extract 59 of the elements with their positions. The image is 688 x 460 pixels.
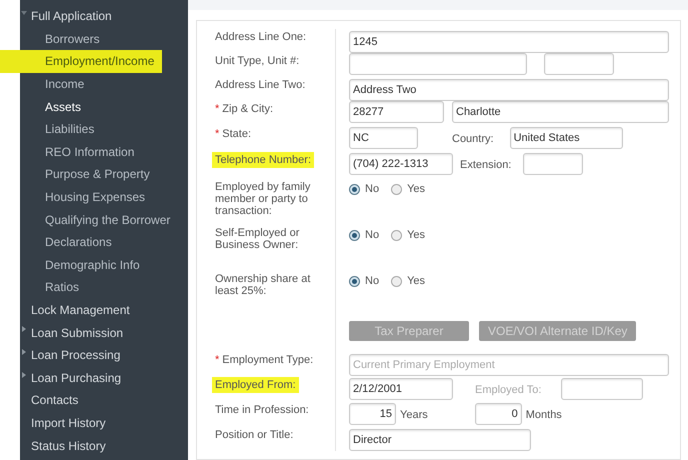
- form-label: Time in Profession:: [215, 403, 309, 418]
- radio-option[interactable]: No: [349, 273, 380, 290]
- sidebar-item[interactable]: Loan Submission: [31, 324, 124, 342]
- sidebar-subitem[interactable]: Ratios: [45, 278, 80, 296]
- sidebar-subitem[interactable]: Liabilities: [45, 120, 94, 138]
- input-field[interactable]: [523, 153, 584, 175]
- sidebar-subitem[interactable]: Qualifying the Borrower: [45, 210, 170, 229]
- field-label: Years: [400, 409, 428, 421]
- form-label: Telephone Number:: [212, 152, 314, 168]
- form-label: Employed From:: [212, 377, 299, 393]
- field-label: Employed To:: [475, 384, 542, 396]
- form-label: Unit Type, Unit #:: [215, 54, 300, 69]
- radio-option[interactable]: Yes: [391, 273, 426, 290]
- sidebar-item[interactable]: Status History: [31, 436, 106, 455]
- sidebar-item[interactable]: Full Application: [31, 7, 112, 26]
- form-label: Address Line One:: [215, 30, 306, 45]
- sidebar-subitem[interactable]: Purpose & Property: [45, 165, 150, 184]
- input-field[interactable]: 2/12/2001: [349, 378, 453, 400]
- field-label: Country:: [452, 133, 494, 145]
- form-label: * Employment Type:: [215, 353, 314, 368]
- input-field[interactable]: 28277: [349, 101, 444, 123]
- radio-option[interactable]: No: [349, 227, 380, 244]
- input-field[interactable]: (704) 222-1313: [349, 153, 453, 175]
- sidebar-subitem[interactable]: Declarations: [45, 233, 112, 252]
- sidebar-item[interactable]: Loan Purchasing: [31, 368, 122, 387]
- input-field[interactable]: [561, 378, 644, 400]
- sidebar-subitem[interactable]: Demographic Info: [45, 256, 140, 274]
- input-field[interactable]: 0: [474, 403, 522, 425]
- field-label: Months: [526, 409, 562, 421]
- form-label: Employed by family member or party to transaction:: [215, 180, 312, 219]
- radio-option[interactable]: No: [349, 181, 380, 198]
- sidebar-subitem[interactable]: Housing Expenses: [45, 188, 146, 206]
- form-label: Address Line Two:: [215, 78, 306, 93]
- input-field[interactable]: [544, 53, 614, 75]
- form-label: * State:: [215, 127, 252, 142]
- input-field[interactable]: United States: [510, 127, 623, 149]
- input-field[interactable]: 15: [349, 403, 396, 425]
- field-label: Extension:: [460, 159, 512, 171]
- input-field[interactable]: Charlotte: [452, 101, 669, 123]
- sidebar-subitem[interactable]: Income: [45, 75, 84, 94]
- form-label: Ownership share at least 25%:: [215, 272, 312, 299]
- input-field[interactable]: Address Two: [349, 79, 669, 101]
- input-field[interactable]: [349, 53, 527, 75]
- sidebar-item[interactable]: Lock Management: [31, 301, 130, 320]
- input-field[interactable]: Director: [349, 429, 531, 451]
- radio-option[interactable]: Yes: [391, 181, 426, 198]
- input-field[interactable]: NC: [349, 127, 418, 149]
- sidebar-item[interactable]: Contacts: [31, 391, 78, 410]
- sidebar-item[interactable]: Loan Processing: [31, 346, 120, 364]
- form-label: Self-Employed or Business Owner:: [215, 226, 300, 253]
- form-label: Position or Title:: [215, 428, 294, 443]
- sidebar-subitem[interactable]: Borrowers: [45, 30, 100, 48]
- sidebar-item[interactable]: Import History: [31, 414, 106, 432]
- input-field[interactable]: 1245: [349, 31, 669, 53]
- radio-option[interactable]: Yes: [391, 227, 426, 244]
- form-label: * Zip & City:: [215, 102, 274, 117]
- sidebar-subitem[interactable]: Assets: [45, 98, 82, 116]
- sidebar-subitem[interactable]: Employment/Income: [45, 52, 154, 70]
- sidebar-subitem[interactable]: REO Information: [45, 142, 134, 161]
